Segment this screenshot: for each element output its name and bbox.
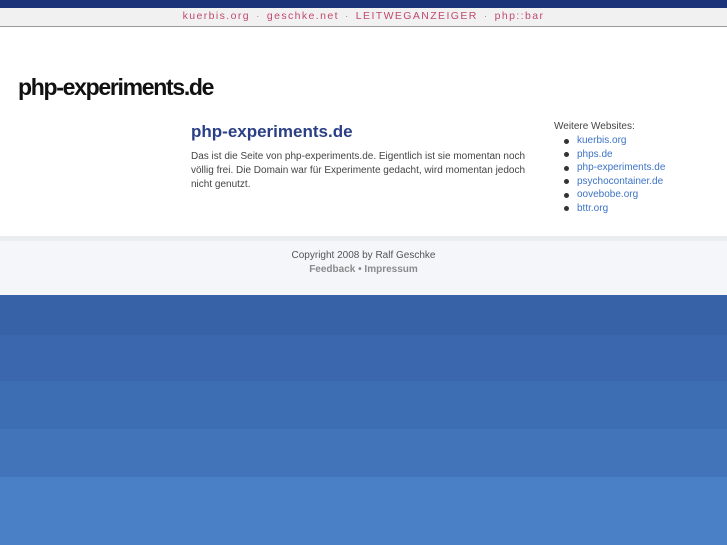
- footer-links: Feedback • Impressum: [0, 264, 727, 275]
- nav-link-kuerbis[interactable]: kuerbis.org: [183, 10, 250, 22]
- feedback-link[interactable]: Feedback: [309, 264, 355, 275]
- footer-bullet: •: [358, 264, 362, 275]
- nav-separator: ·: [344, 10, 350, 22]
- nav-link-geschke[interactable]: geschke.net: [267, 10, 339, 22]
- footer: Copyright 2008 by Ralf Geschke Feedback …: [0, 236, 727, 295]
- list-item: php-experiments.de: [554, 161, 724, 175]
- list-item: oovebobe.org: [554, 188, 724, 202]
- sidebar-title: Weitere Websites:: [554, 121, 635, 132]
- sidebar-link-phps[interactable]: phps.de: [577, 149, 613, 160]
- top-stripe: [0, 0, 727, 8]
- impressum-link[interactable]: Impressum: [364, 264, 417, 275]
- sidebar-link-oovebobe[interactable]: oovebobe.org: [577, 189, 638, 200]
- sidebar-link-kuerbis[interactable]: kuerbis.org: [577, 135, 626, 146]
- bottom-blue-background: [0, 295, 727, 545]
- page-heading: php-experiments.de: [191, 122, 353, 141]
- list-item: bttr.org: [554, 202, 724, 216]
- list-item: psychocontainer.de: [554, 175, 724, 189]
- list-item: kuerbis.org: [554, 134, 724, 148]
- site-title: php-experiments.de: [18, 74, 214, 100]
- copyright-text: Copyright 2008 by Ralf Geschke: [291, 250, 436, 261]
- list-item: phps.de: [554, 148, 724, 162]
- sidebar-link-psychocontainer[interactable]: psychocontainer.de: [577, 176, 663, 187]
- top-navigation: kuerbis.org · geschke.net · LEITWEGANZEIGER ·…: [0, 8, 727, 27]
- intro-text: Das ist die Seite von php-experiments.de…: [191, 151, 526, 190]
- main-content: php-experiments.de Das ist die Seite von…: [191, 122, 531, 192]
- nav-separator: ·: [483, 10, 489, 22]
- nav-separator: ·: [255, 10, 261, 22]
- nav-link-phpbar[interactable]: php::bar: [495, 10, 545, 22]
- sidebar-link-php-experiments[interactable]: php-experiments.de: [577, 162, 665, 173]
- sidebar: Weitere Websites: kuerbis.org phps.de ph…: [554, 121, 724, 216]
- sidebar-link-bttr[interactable]: bttr.org: [577, 203, 608, 214]
- website-list: kuerbis.org phps.de php-experiments.de p…: [554, 134, 724, 216]
- nav-link-leitweganzeiger[interactable]: LEITWEGANZEIGER: [356, 10, 478, 22]
